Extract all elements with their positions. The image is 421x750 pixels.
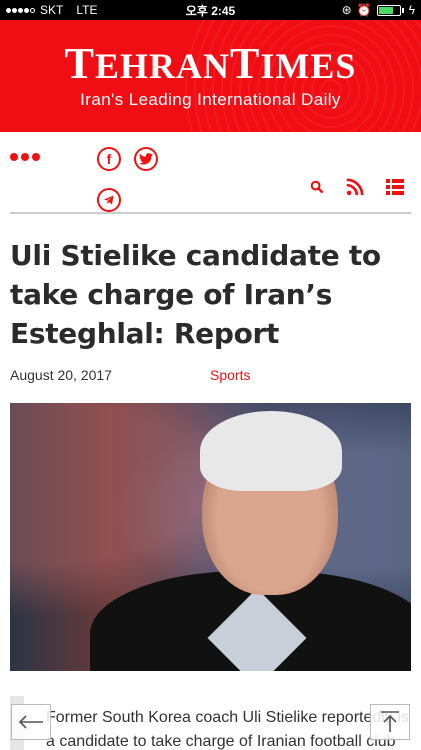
facebook-icon[interactable]: f [97,147,121,171]
carrier: SKT [40,3,64,17]
rotation-lock-icon: ⊛ [341,3,352,17]
status-left: SKT LTE [6,3,97,17]
charging-icon: ϟ [408,3,415,17]
arrow-up-icon [381,711,399,732]
scroll-to-top-button[interactable] [370,704,410,740]
article-lead: Former South Korea coach Uli Stielike re… [10,696,411,750]
more-menu-icon[interactable] [10,153,40,161]
status-right: ⊛ ⏰ ϟ [342,3,415,17]
search-icon[interactable] [310,180,324,199]
telegram-icon[interactable] [97,188,121,212]
article-date: August 20, 2017 [10,367,112,383]
site-tagline: Iran's Leading International Daily [80,90,341,109]
arrow-left-icon [18,715,43,729]
status-time: 오후 2:45 [185,3,236,18]
article-headline: Uli Stielike candidate to take charge of… [10,239,381,350]
signal-strength-icon [6,7,35,13]
battery-icon [376,4,401,16]
article-category-link[interactable]: Sports [210,367,250,383]
masthead[interactable]: TEHRANTIMES Iran's Leading International… [0,20,421,132]
toolbar: f [10,132,411,214]
rss-icon[interactable] [346,178,364,201]
status-bar: SKT LTE 오후 2:45 ⊛ ⏰ ϟ [0,0,421,20]
network-type: LTE [76,3,98,17]
site-logo[interactable]: TEHRANTIMES [0,20,421,88]
alarm-icon: ⏰ [356,3,372,17]
article-photo [10,403,411,671]
list-menu-icon[interactable] [386,179,404,200]
article-meta: August 20, 2017 Sports [10,363,411,395]
back-button[interactable] [11,704,51,740]
twitter-icon[interactable] [134,147,158,171]
